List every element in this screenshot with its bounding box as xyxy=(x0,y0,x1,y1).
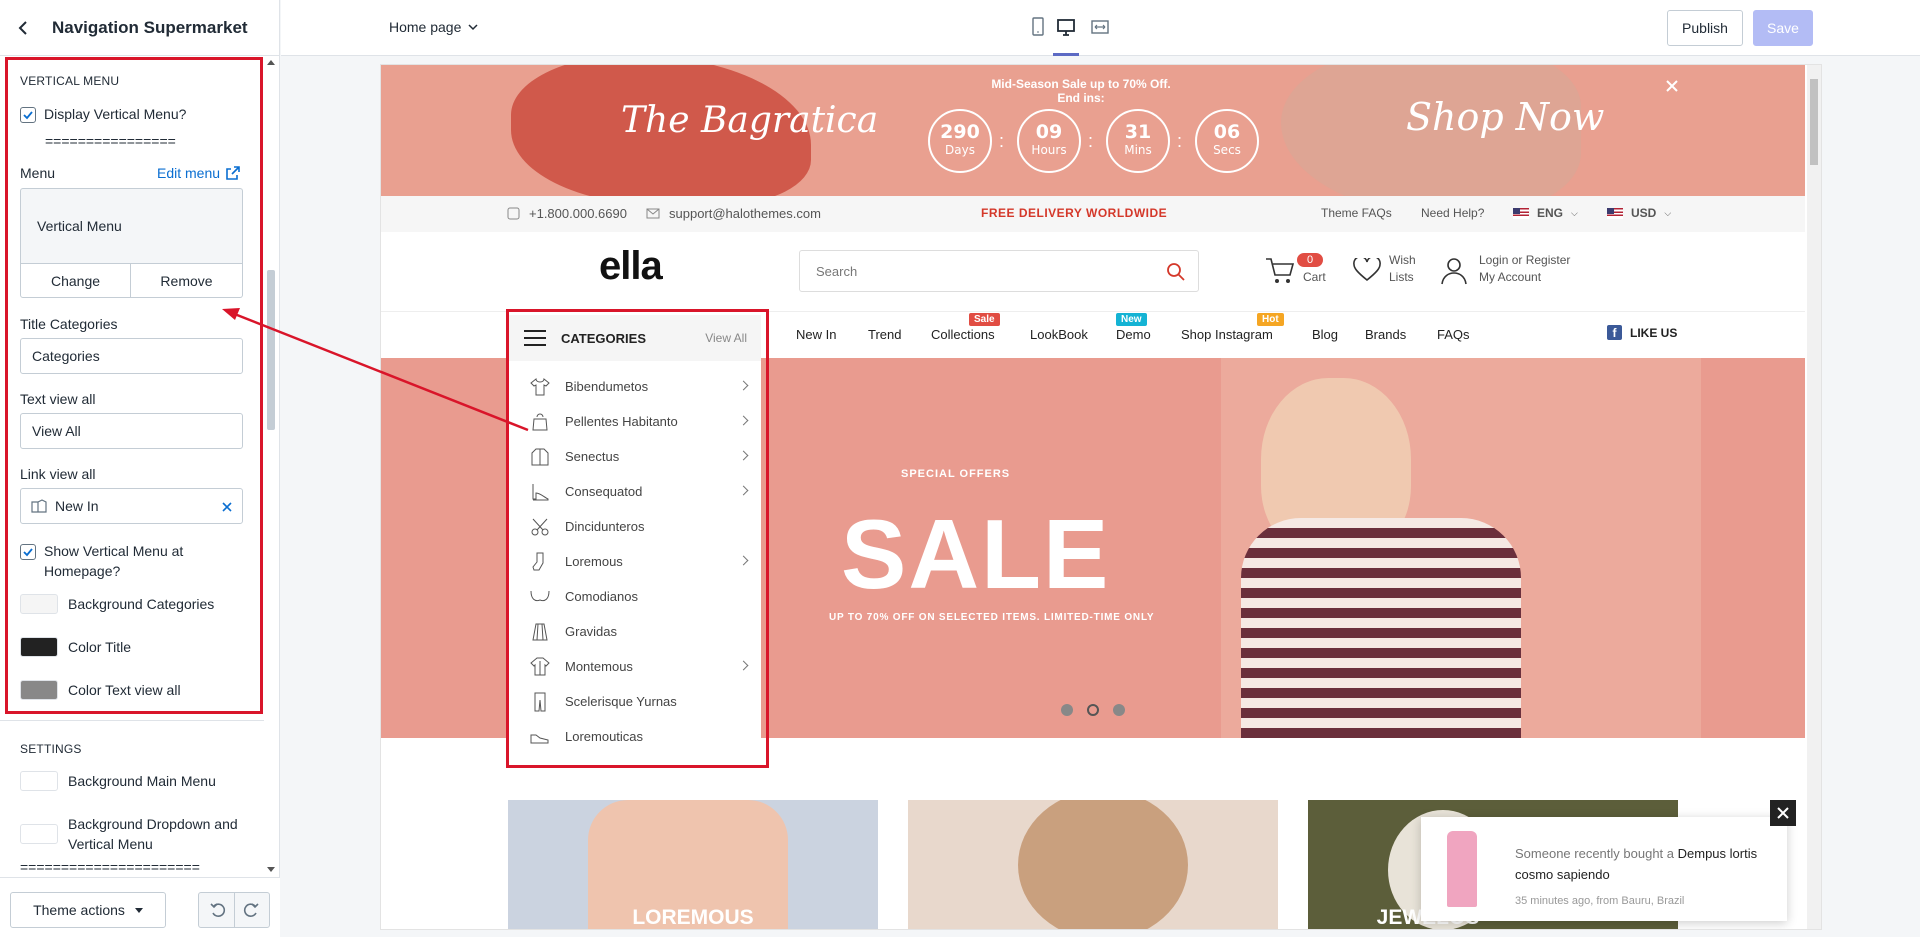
annotation-arrow-icon xyxy=(222,308,529,432)
